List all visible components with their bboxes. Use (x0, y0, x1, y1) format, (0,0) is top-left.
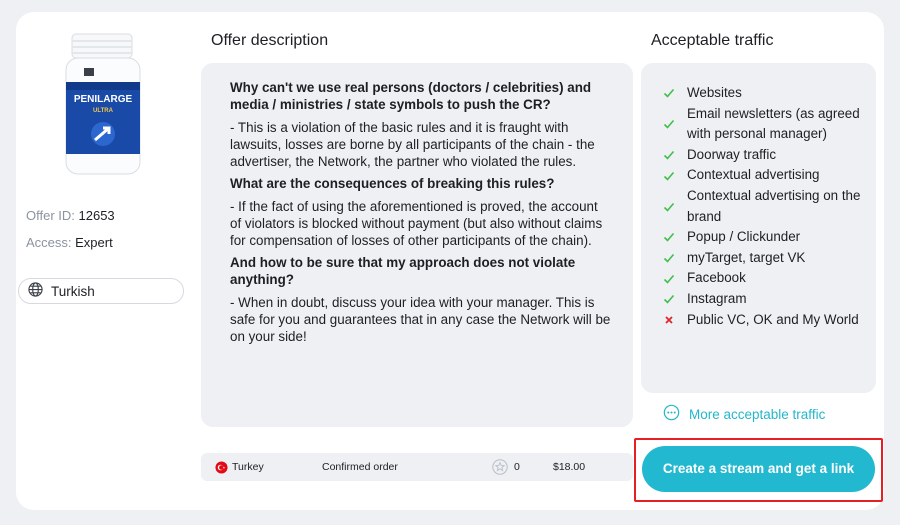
offer-description-panel: Why can't we use real persons (doctors /… (201, 63, 633, 427)
traffic-item-label: Websites (687, 85, 742, 100)
more-acceptable-traffic-label: More acceptable traffic (689, 406, 826, 422)
offer-description-title: Offer description (211, 32, 329, 49)
payout-count: 0 (514, 461, 520, 473)
payout-conversion-type: Confirmed order (322, 461, 398, 473)
traffic-item: Doorway traffic (663, 145, 866, 166)
product-bottle-image: PENILARGE ULTRA (65, 33, 141, 175)
check-icon (663, 252, 687, 264)
check-icon (663, 273, 687, 285)
faq-question: And how to be sure that my approach does… (230, 255, 576, 287)
faq-question: Why can't we use real persons (doctors /… (230, 80, 592, 112)
traffic-item-label: Email newsletters (as agreed with person… (687, 105, 860, 142)
check-icon (663, 87, 687, 99)
offer-id-label: Offer ID: (26, 208, 75, 223)
check-icon (663, 231, 687, 243)
check-icon (663, 201, 687, 213)
traffic-item: Instagram (663, 289, 866, 310)
access-level: Access: Expert (26, 235, 113, 250)
faq-answer: - When in doubt, discuss your idea with … (230, 295, 611, 344)
star-icon (492, 453, 508, 481)
language-label: Turkish (51, 283, 95, 299)
more-acceptable-traffic-link[interactable]: More acceptable traffic (663, 404, 825, 424)
traffic-item-label: Popup / Clickunder (687, 229, 801, 245)
bottle-brand-text: PENILARGE (74, 94, 133, 105)
faq-question: What are the consequences of breaking th… (230, 176, 555, 191)
offer-id-value: 12653 (78, 208, 115, 223)
check-icon (663, 149, 687, 161)
traffic-item: Email newsletters (as agreed with person… (663, 104, 866, 145)
traffic-item: Popup / Clickunder (663, 227, 866, 248)
cross-icon (663, 314, 687, 326)
traffic-item-label: Doorway traffic (687, 146, 777, 162)
acceptable-traffic-panel: Websites Email newsletters (as agreed wit… (641, 63, 876, 393)
check-icon (663, 170, 687, 182)
traffic-item-label: Contextual advertising on the brand (687, 187, 861, 224)
traffic-item: Contextual advertising on the brand (663, 186, 866, 227)
acceptable-traffic-title: Acceptable traffic (651, 32, 774, 49)
offer-id: Offer ID: 12653 (26, 208, 115, 223)
bottle-sub-text: ULTRA (93, 108, 114, 114)
traffic-item: Facebook (663, 268, 866, 289)
traffic-item-label: Public VC, OK and My World (687, 311, 859, 327)
traffic-item: Contextual advertising (663, 165, 866, 186)
traffic-item-label: Contextual advertising (687, 167, 820, 183)
language-selector[interactable]: Turkish (18, 278, 184, 304)
faq-answer: - If the fact of using the aforementione… (230, 199, 603, 248)
check-icon (663, 118, 687, 130)
payout-country: Turkey (232, 461, 264, 473)
traffic-list: Websites Email newsletters (as agreed wit… (663, 83, 866, 330)
check-icon (663, 293, 687, 305)
globe-icon (28, 282, 43, 300)
traffic-item-label: Instagram (687, 290, 747, 306)
payout-row: Turkey Confirmed order 0 $18.00 (201, 453, 633, 481)
traffic-item: myTarget, target VK (663, 248, 866, 269)
traffic-item: Public VC, OK and My World (663, 310, 866, 331)
more-dots-icon (663, 404, 680, 424)
create-stream-button[interactable]: Create a stream and get a link (642, 446, 875, 492)
payout-price: $18.00 (553, 461, 586, 473)
traffic-item: Websites (663, 83, 866, 104)
turkey-flag-icon (215, 453, 229, 481)
traffic-item-label: Facebook (687, 270, 746, 286)
access-label: Access: (26, 235, 72, 250)
faq-answer: - This is a violation of the basic rules… (230, 120, 595, 169)
traffic-item-label: myTarget, target VK (687, 249, 806, 265)
access-value: Expert (75, 235, 113, 250)
